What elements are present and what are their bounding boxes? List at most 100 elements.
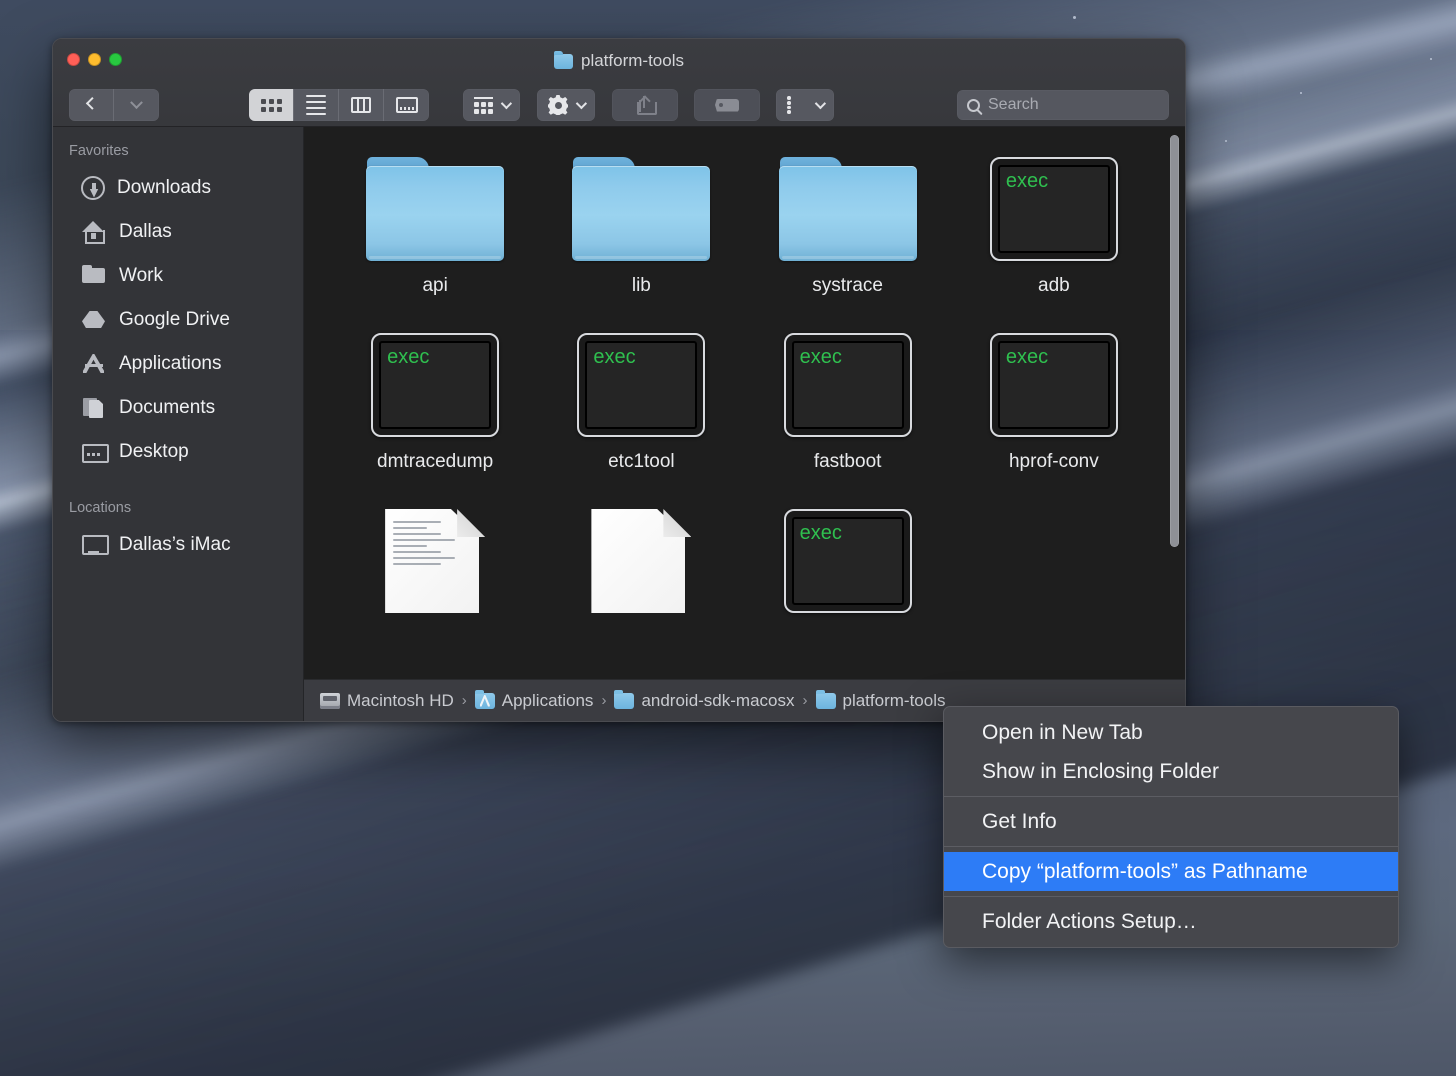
search-field[interactable]: Search [957, 90, 1169, 120]
menu-item-show-in-enclosing-folder[interactable]: Show in Enclosing Folder [944, 752, 1398, 791]
file-item[interactable]: exec adb [951, 149, 1157, 297]
search-placeholder: Search [988, 96, 1039, 114]
folder-icon [554, 54, 573, 69]
coverflow-icon [396, 97, 418, 113]
sidebar-item-work[interactable]: Work [53, 254, 303, 298]
file-label: api [422, 275, 447, 297]
column-view-button[interactable] [339, 89, 384, 121]
back-button[interactable] [69, 89, 114, 121]
sidebar-section-favorites-header: Favorites [53, 143, 303, 166]
home-icon [81, 219, 107, 245]
folder-icon [572, 149, 710, 261]
menu-item-copy-as-pathname[interactable]: Copy “platform-tools” as Pathname [944, 852, 1398, 891]
breadcrumb-separator: › [599, 692, 608, 709]
exec-badge: exec [998, 165, 1110, 253]
sidebar-item-applications[interactable]: Applications [53, 342, 303, 386]
file-item[interactable]: exec dmtracedump [332, 325, 538, 473]
file-item[interactable]: exec etc1tool [538, 325, 744, 473]
menu-item-open-in-new-tab[interactable]: Open in New Tab [944, 713, 1398, 752]
sidebar-item-imac[interactable]: Dallas’s iMac [53, 523, 303, 567]
exec-badge: exec [792, 341, 904, 429]
action-menu-button[interactable] [537, 89, 595, 121]
share-icon [637, 96, 653, 115]
sidebar-item-label: Downloads [117, 177, 211, 199]
executable-icon: exec [371, 325, 499, 437]
view-mode-segment [249, 89, 429, 121]
sidebar-item-downloads[interactable]: Downloads [53, 166, 303, 210]
file-item[interactable]: exec hprof-conv [951, 325, 1157, 473]
search-icon [967, 99, 980, 112]
folder-icon [779, 149, 917, 261]
tag-button[interactable] [694, 89, 760, 121]
columns-icon [351, 97, 371, 113]
file-item[interactable]: api [332, 149, 538, 297]
chevron-down-icon [815, 98, 826, 109]
desktop-background: platform-tools [0, 0, 1456, 1076]
menu-separator [944, 796, 1398, 797]
icon-view-button[interactable] [249, 89, 294, 121]
exec-badge: exec [998, 341, 1110, 429]
download-icon [81, 176, 105, 200]
vertical-scrollbar[interactable] [1170, 135, 1179, 547]
folder-icon [366, 149, 504, 261]
forward-button[interactable] [114, 89, 159, 121]
file-label: systrace [812, 275, 883, 297]
sidebar-item-google-drive[interactable]: Google Drive [53, 298, 303, 342]
file-item[interactable] [332, 501, 538, 613]
sidebar-item-documents[interactable]: Documents [53, 386, 303, 430]
chevron-left-icon [85, 97, 98, 110]
breadcrumb-label: android-sdk-macosx [641, 691, 794, 711]
context-menu: Open in New Tab Show in Enclosing Folder… [943, 706, 1399, 948]
window-titlebar[interactable]: platform-tools [53, 39, 1185, 127]
window-body: Favorites Downloads Dallas Work Google D… [53, 127, 1185, 721]
breadcrumb-label: Macintosh HD [347, 691, 454, 711]
action-list-icon [787, 97, 807, 113]
document-icon [591, 501, 691, 613]
sidebar-item-label: Desktop [119, 441, 189, 463]
list-view-button[interactable] [294, 89, 339, 121]
exec-badge: exec [585, 341, 697, 429]
sidebar-item-dallas[interactable]: Dallas [53, 210, 303, 254]
tag-icon [715, 99, 739, 112]
breadcrumb-separator: › [801, 692, 810, 709]
share-button[interactable] [612, 89, 678, 121]
sidebar-section-locations-header: Locations [53, 474, 303, 523]
file-item[interactable] [538, 501, 744, 613]
menu-separator [944, 896, 1398, 897]
sidebar-item-desktop[interactable]: Desktop [53, 430, 303, 474]
menu-item-folder-actions-setup[interactable]: Folder Actions Setup… [944, 902, 1398, 941]
file-item[interactable]: exec fastboot [745, 325, 951, 473]
file-pane[interactable]: api lib systrace [304, 127, 1185, 721]
window-title-text: platform-tools [581, 51, 684, 71]
file-label: adb [1038, 275, 1070, 297]
breadcrumb-item-android-sdk-macosx[interactable]: android-sdk-macosx [614, 691, 794, 711]
sidebar-item-label: Work [119, 265, 163, 287]
folder-icon [816, 693, 836, 709]
exec-badge: exec [792, 517, 904, 605]
breadcrumb-separator: › [460, 692, 469, 709]
toolbar: Search [53, 83, 1185, 127]
breadcrumb-item-macintosh-hd[interactable]: Macintosh HD [320, 691, 454, 711]
breadcrumb-item-platform-tools[interactable]: platform-tools [816, 691, 946, 711]
file-item[interactable]: lib [538, 149, 744, 297]
documents-icon [81, 395, 107, 421]
desktop-icon [81, 439, 107, 465]
group-by-button[interactable] [463, 89, 520, 121]
executable-icon: exec [990, 149, 1118, 261]
sidebar-item-label: Dallas’s iMac [119, 534, 231, 556]
chevron-right-icon [130, 96, 143, 109]
file-item[interactable]: exec [745, 501, 951, 613]
chevron-down-icon [576, 98, 587, 109]
star [1225, 140, 1227, 142]
file-item[interactable]: systrace [745, 149, 951, 297]
gallery-view-button[interactable] [384, 89, 429, 121]
menu-separator [944, 846, 1398, 847]
sidebar-item-label: Google Drive [119, 309, 230, 331]
exec-badge: exec [379, 341, 491, 429]
file-grid: api lib systrace [304, 127, 1185, 613]
file-label: dmtracedump [377, 451, 493, 473]
arrange-button[interactable] [776, 89, 834, 121]
menu-item-get-info[interactable]: Get Info [944, 802, 1398, 841]
window-title: platform-tools [53, 51, 1185, 71]
breadcrumb-item-applications[interactable]: Applications [475, 691, 594, 711]
